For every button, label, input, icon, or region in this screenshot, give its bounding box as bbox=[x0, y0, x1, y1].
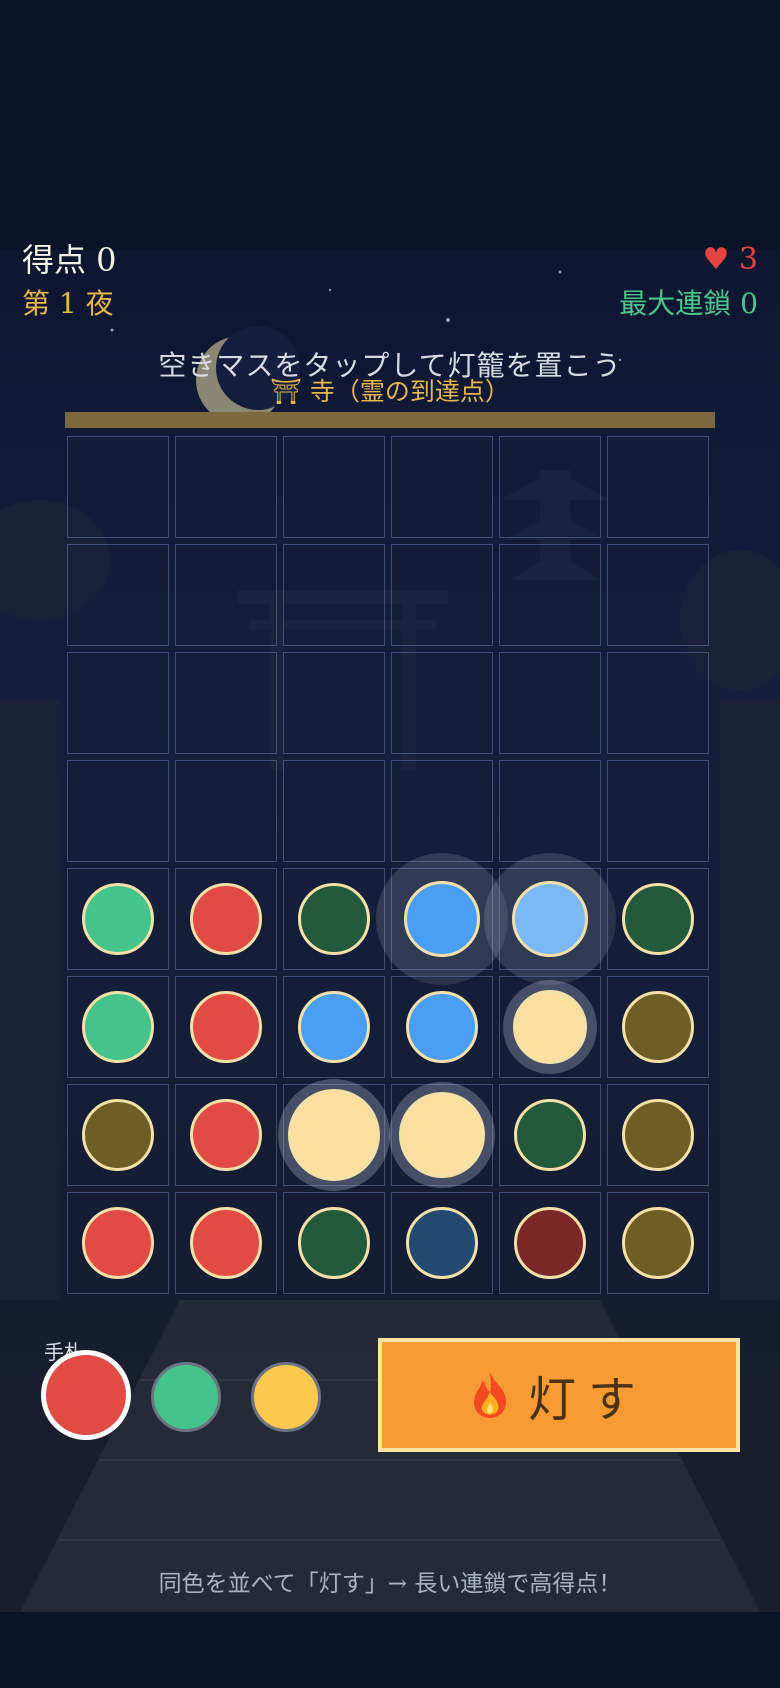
lantern-light-blue bbox=[511, 880, 588, 957]
lantern-red bbox=[189, 1098, 262, 1171]
fire-icon bbox=[473, 1372, 506, 1418]
lantern-blue bbox=[297, 990, 370, 1063]
board-cell[interactable] bbox=[283, 544, 385, 646]
lantern-green bbox=[81, 990, 154, 1063]
lantern-red bbox=[81, 1206, 154, 1279]
lantern-dark-green bbox=[621, 882, 694, 955]
board-cell[interactable] bbox=[607, 1192, 709, 1294]
board-cell[interactable] bbox=[607, 1084, 709, 1186]
lantern-navy bbox=[405, 1206, 478, 1279]
lantern-cream bbox=[287, 1088, 380, 1181]
board-cell[interactable] bbox=[499, 436, 601, 538]
lantern-green bbox=[81, 882, 154, 955]
light-button[interactable]: 灯す bbox=[378, 1338, 740, 1452]
lantern-olive bbox=[621, 1206, 694, 1279]
board-cell[interactable] bbox=[67, 976, 169, 1078]
light-button-label: 灯す bbox=[527, 1372, 648, 1428]
board-cell[interactable] bbox=[283, 1084, 385, 1186]
board-cell[interactable] bbox=[391, 868, 493, 970]
board-cell[interactable] bbox=[499, 760, 601, 862]
lantern-maroon bbox=[513, 1206, 586, 1279]
board-cell[interactable] bbox=[67, 544, 169, 646]
board-cell[interactable] bbox=[67, 436, 169, 538]
board-cell[interactable] bbox=[283, 760, 385, 862]
lantern-dark-green bbox=[297, 1206, 370, 1279]
board-cell[interactable] bbox=[607, 868, 709, 970]
board-cell[interactable] bbox=[391, 436, 493, 538]
board-cell[interactable] bbox=[283, 436, 385, 538]
board-cell[interactable] bbox=[67, 1084, 169, 1186]
board-cell[interactable] bbox=[499, 976, 601, 1078]
lantern-red bbox=[189, 882, 262, 955]
max-chain-counter: 最大連鎖 0 bbox=[619, 287, 758, 320]
board-cell[interactable] bbox=[175, 760, 277, 862]
board-cell[interactable] bbox=[499, 1084, 601, 1186]
lantern-olive bbox=[81, 1098, 154, 1171]
hand-lantern-red[interactable] bbox=[41, 1350, 131, 1440]
lantern-red bbox=[189, 1206, 262, 1279]
board-cell[interactable] bbox=[67, 1192, 169, 1294]
board-cell[interactable] bbox=[499, 652, 601, 754]
temple-goal-label: ⛩ 寺（霊の到達点） bbox=[270, 377, 510, 406]
board-cell[interactable] bbox=[175, 436, 277, 538]
board-cell[interactable] bbox=[391, 652, 493, 754]
board-cell[interactable] bbox=[607, 976, 709, 1078]
board-cell[interactable] bbox=[67, 760, 169, 862]
night-counter: 第 1 夜 bbox=[22, 287, 114, 320]
board-cell[interactable] bbox=[607, 652, 709, 754]
board-cell[interactable] bbox=[391, 976, 493, 1078]
lives-counter: ♥ 3 bbox=[702, 242, 758, 277]
board-cell[interactable] bbox=[283, 868, 385, 970]
board-cell[interactable] bbox=[607, 436, 709, 538]
lantern-cream bbox=[398, 1091, 485, 1178]
lantern-dark-green bbox=[297, 882, 370, 955]
board-cell[interactable] bbox=[607, 760, 709, 862]
lantern-dark-green bbox=[513, 1098, 586, 1171]
board-cell[interactable] bbox=[67, 868, 169, 970]
board-cell[interactable] bbox=[175, 1084, 277, 1186]
board-cell[interactable] bbox=[67, 652, 169, 754]
board-cell[interactable] bbox=[175, 976, 277, 1078]
board-cell[interactable] bbox=[499, 868, 601, 970]
lantern-blue bbox=[403, 880, 480, 957]
board-cell[interactable] bbox=[391, 1084, 493, 1186]
score-label: 得点 0 bbox=[22, 241, 117, 279]
board-cell[interactable] bbox=[175, 868, 277, 970]
board-cell[interactable] bbox=[175, 544, 277, 646]
lantern-blue bbox=[405, 990, 478, 1063]
game-board bbox=[67, 436, 713, 1298]
lantern-red bbox=[189, 990, 262, 1063]
board-cell[interactable] bbox=[283, 652, 385, 754]
board-cell[interactable] bbox=[391, 544, 493, 646]
temple-goal-bar bbox=[65, 412, 715, 428]
board-cell[interactable] bbox=[283, 976, 385, 1078]
board-cell[interactable] bbox=[391, 1192, 493, 1294]
board-cell[interactable] bbox=[391, 760, 493, 862]
board-cell[interactable] bbox=[175, 1192, 277, 1294]
lantern-olive bbox=[621, 990, 694, 1063]
board-cell[interactable] bbox=[283, 1192, 385, 1294]
board-cell[interactable] bbox=[175, 652, 277, 754]
board-cell[interactable] bbox=[607, 544, 709, 646]
hand-lantern-yellow[interactable] bbox=[251, 1362, 321, 1432]
lantern-olive bbox=[621, 1098, 694, 1171]
board-cell[interactable] bbox=[499, 544, 601, 646]
board-cell[interactable] bbox=[499, 1192, 601, 1294]
hand-lantern-green[interactable] bbox=[151, 1362, 221, 1432]
footer-tip: 同色を並べて「灯す」→ 長い連鎖で高得点！ bbox=[158, 1571, 622, 1597]
lantern-cream bbox=[512, 989, 587, 1064]
